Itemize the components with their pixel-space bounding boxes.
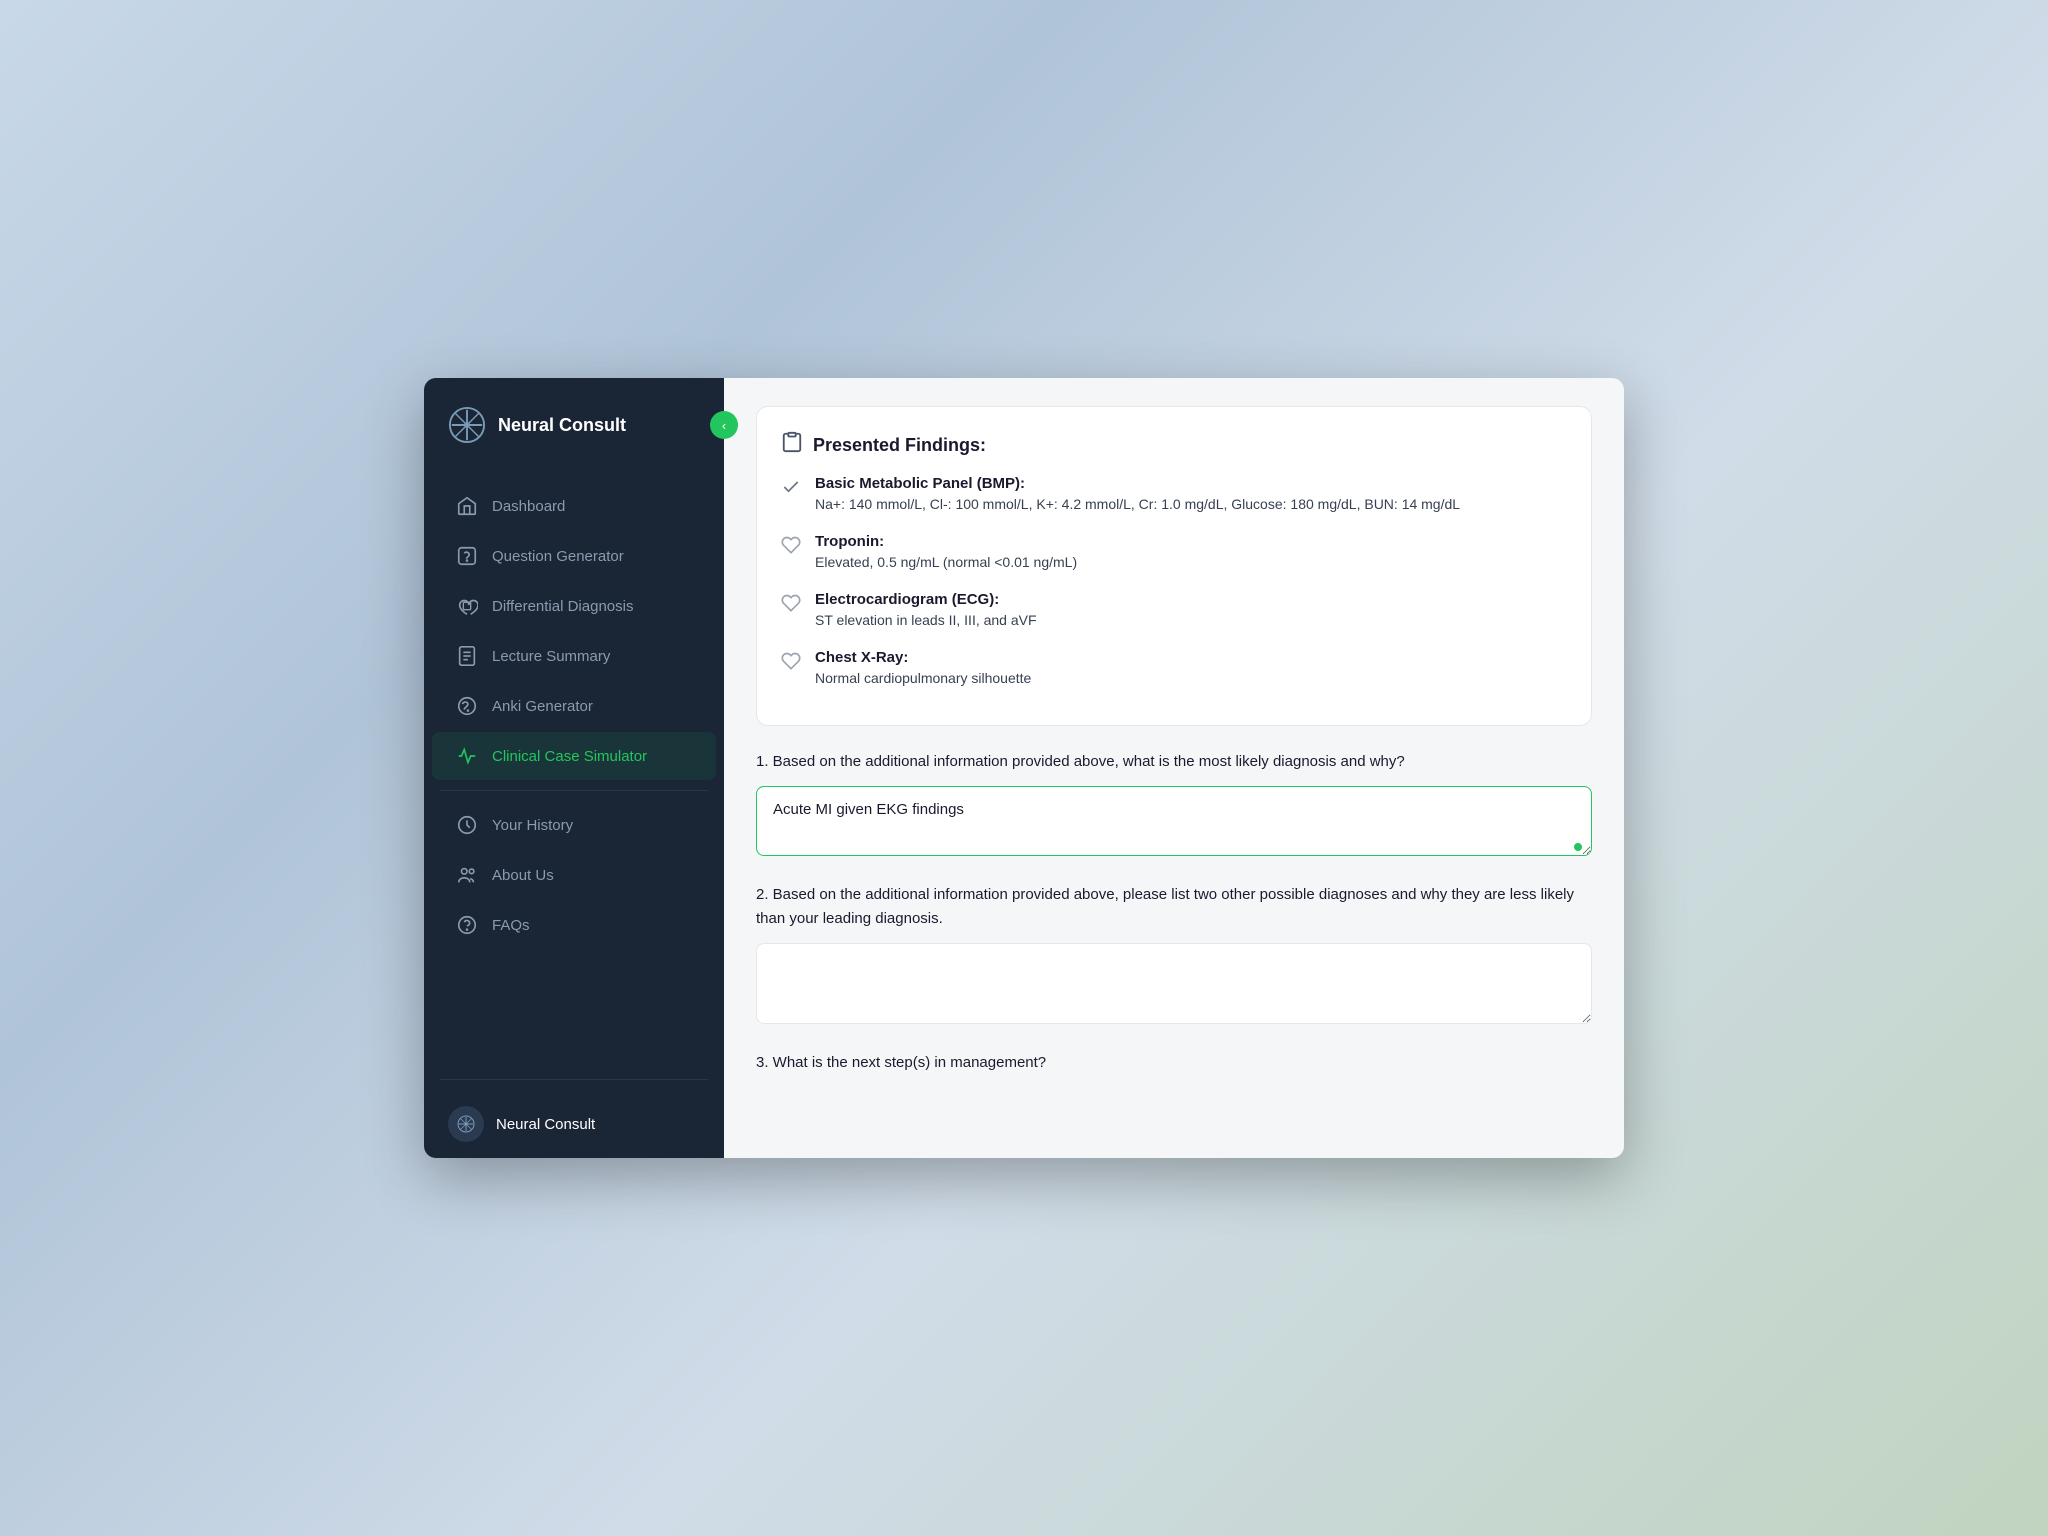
help-circle-icon <box>456 914 478 936</box>
finding-xray-value: Normal cardiopulmonary silhouette <box>815 668 1031 689</box>
sidebar-item-faqs[interactable]: FAQs <box>432 901 716 949</box>
check-icon <box>781 477 803 499</box>
sidebar-header: Neural Consult ‹ <box>424 378 724 472</box>
document-icon <box>456 645 478 667</box>
question-3-section: 3. What is the next step(s) in managemen… <box>756 1051 1592 1075</box>
footer-avatar <box>448 1106 484 1142</box>
app-logo-icon <box>448 406 486 444</box>
footer-label: Neural Consult <box>496 1116 595 1133</box>
sidebar-item-about-us-label: About Us <box>492 867 554 884</box>
heart-icon-xray <box>781 651 803 673</box>
sidebar-item-question-generator[interactable]: Question Generator <box>432 532 716 580</box>
finding-xray-name: Chest X-Ray: <box>815 649 1031 666</box>
finding-bmp-name: Basic Metabolic Panel (BMP): <box>815 475 1460 492</box>
question-1-input[interactable]: Acute MI given EKG findings <box>756 786 1592 856</box>
activity-icon <box>456 745 478 767</box>
sidebar-item-lecture-summary-label: Lecture Summary <box>492 648 610 665</box>
question-3-text: 3. What is the next step(s) in managemen… <box>756 1051 1592 1075</box>
sidebar-item-dashboard-label: Dashboard <box>492 498 565 515</box>
sidebar-item-differential-diagnosis-label: Differential Diagnosis <box>492 598 633 615</box>
heart-icon-troponin <box>781 535 803 557</box>
finding-chest-xray: Chest X-Ray: Normal cardiopulmonary silh… <box>781 649 1567 689</box>
sidebar-footer: Neural Consult <box>424 1090 724 1158</box>
app-name: Neural Consult <box>498 415 626 436</box>
sidebar-item-dashboard[interactable]: Dashboard <box>432 482 716 530</box>
user-group-icon <box>456 864 478 886</box>
clipboard-icon <box>781 431 803 459</box>
sidebar-item-clinical-case-simulator-label: Clinical Case Simulator <box>492 748 647 765</box>
clock-icon <box>456 814 478 836</box>
finding-troponin-value: Elevated, 0.5 ng/mL (normal <0.01 ng/mL) <box>815 552 1077 573</box>
brain-icon <box>456 695 478 717</box>
sidebar-item-question-generator-label: Question Generator <box>492 548 624 565</box>
finding-ecg: Electrocardiogram (ECG): ST elevation in… <box>781 591 1567 631</box>
heart-icon-ecg <box>781 593 803 615</box>
sidebar-item-clinical-case-simulator[interactable]: Clinical Case Simulator <box>432 732 716 780</box>
findings-header: Presented Findings: <box>781 431 1567 459</box>
sidebar-nav: Dashboard Question Generator Differentia… <box>424 472 724 1069</box>
finding-troponin: Troponin: Elevated, 0.5 ng/mL (normal <0… <box>781 533 1567 573</box>
snowflake-icon <box>456 1114 476 1134</box>
question-2-section: 2. Based on the additional information p… <box>756 883 1592 1029</box>
nav-divider <box>440 790 708 791</box>
main-content: Presented Findings: Basic Metabolic Pane… <box>724 378 1624 1158</box>
finding-bmp-value: Na+: 140 mmol/L, Cl-: 100 mmol/L, K+: 4.… <box>815 494 1460 515</box>
question-2-text: 2. Based on the additional information p… <box>756 883 1592 931</box>
question-1-section: 1. Based on the additional information p… <box>756 750 1592 861</box>
findings-card: Presented Findings: Basic Metabolic Pane… <box>756 406 1592 726</box>
home-icon <box>456 495 478 517</box>
finding-ecg-name: Electrocardiogram (ECG): <box>815 591 1037 608</box>
sidebar-item-about-us[interactable]: About Us <box>432 851 716 899</box>
recording-dot-q1 <box>1574 843 1582 851</box>
sidebar-item-faqs-label: FAQs <box>492 917 530 934</box>
sidebar-item-anki-generator-label: Anki Generator <box>492 698 593 715</box>
question-2-input[interactable] <box>756 943 1592 1024</box>
question-1-input-wrapper: Acute MI given EKG findings <box>756 786 1592 861</box>
sidebar-item-lecture-summary[interactable]: Lecture Summary <box>432 632 716 680</box>
question-1-text: 1. Based on the additional information p… <box>756 750 1592 774</box>
question-icon <box>456 545 478 567</box>
sidebar: Neural Consult ‹ Dashboard Question Gene… <box>424 378 724 1158</box>
findings-title: Presented Findings: <box>813 435 986 456</box>
finding-troponin-name: Troponin: <box>815 533 1077 550</box>
finding-ecg-value: ST elevation in leads II, III, and aVF <box>815 610 1037 631</box>
sidebar-item-your-history-label: Your History <box>492 817 573 834</box>
finding-bmp: Basic Metabolic Panel (BMP): Na+: 140 mm… <box>781 475 1567 515</box>
sidebar-item-your-history[interactable]: Your History <box>432 801 716 849</box>
question-2-input-wrapper <box>756 943 1592 1029</box>
sidebar-item-anki-generator[interactable]: Anki Generator <box>432 682 716 730</box>
sidebar-item-differential-diagnosis[interactable]: Differential Diagnosis <box>432 582 716 630</box>
sidebar-collapse-button[interactable]: ‹ <box>710 411 738 439</box>
sidebar-footer-divider <box>440 1079 708 1080</box>
heart-shield-icon <box>456 595 478 617</box>
